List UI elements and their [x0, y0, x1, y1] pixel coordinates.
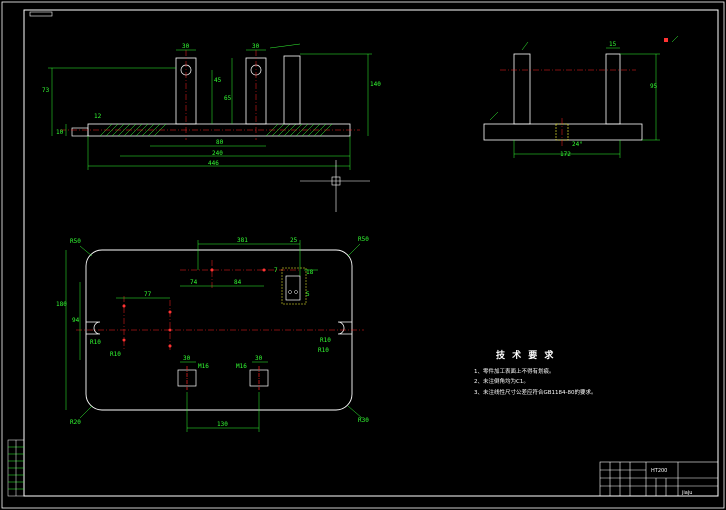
plan-view: 381 25 18 7 5 74 84 77 180 94 30 30 130 …	[56, 236, 369, 432]
plan-dim-top-small: 25	[290, 237, 298, 244]
plan-dim-left-a: 77	[144, 291, 152, 298]
plan-radius-top-left: R50	[70, 238, 81, 245]
front-dim-base-a: 80	[216, 139, 224, 146]
front-dim-base-b: 240	[212, 150, 223, 157]
plan-radius-bottom-right: R30	[358, 417, 369, 424]
marker-icon	[664, 38, 668, 42]
plan-tapped-blocks	[177, 366, 269, 390]
front-dimension-lines	[48, 43, 372, 170]
front-dim-top-left: 30	[182, 43, 190, 50]
plan-radius-top-right: R50	[358, 236, 369, 243]
plan-boss-hidden	[281, 267, 307, 305]
plan-dim-vertical-b: 94	[72, 317, 80, 324]
side-dim-height: 95	[650, 83, 658, 90]
plan-tapped-right: M16	[236, 363, 247, 370]
plan-slot-left-b: R10	[110, 351, 121, 358]
notes-title: 技 术 要 求	[496, 349, 555, 361]
front-dim-post-b: 65	[224, 95, 232, 102]
sheet-outer-border	[1, 1, 725, 509]
marker-leader	[671, 35, 679, 43]
front-centerlines	[60, 50, 360, 140]
binding-strip	[7, 439, 25, 497]
front-dim-height-right: 140	[370, 81, 381, 88]
plan-slots	[86, 321, 352, 335]
plan-slot-right-b: R10	[318, 347, 329, 354]
plan-dim-note: 7	[274, 267, 278, 274]
plan-dim-top-span: 381	[237, 237, 248, 244]
front-step	[71, 127, 89, 137]
front-dim-base-total: 446	[208, 160, 219, 167]
crosshair-cursor	[300, 160, 370, 212]
side-dim-top: 15	[609, 41, 617, 48]
front-view: 30 30 73 140 45 65 12 10 80 240 446	[42, 43, 381, 170]
plan-dim-right-small: 18	[306, 269, 314, 276]
front-dim-height-overall: 73	[42, 87, 50, 94]
technical-notes: 技 术 要 求 1、零件加工表面上不得有划痕。 2、未注倒角均为C1。 3、未注…	[474, 349, 597, 396]
side-post-left	[513, 53, 531, 125]
notes-item-1: 1、零件加工表面上不得有划痕。	[474, 367, 555, 375]
plan-dim-bottom-span: 130	[217, 421, 228, 428]
plan-dim-hole-b: 30	[255, 355, 263, 362]
sheet-corner-tab	[29, 11, 53, 17]
notes-item-3: 3、未注线性尺寸公差应符合GB1184-80的要求。	[474, 388, 597, 396]
plan-boss	[285, 275, 301, 301]
front-dim-post-a: 45	[214, 77, 222, 84]
front-dim-small-left: 12	[94, 113, 102, 120]
front-dim-small-left-b: 10	[56, 129, 64, 136]
plan-radius-bottom-left: R20	[70, 419, 81, 426]
front-dim-top-right: 30	[252, 43, 260, 50]
plan-slot-right-a: R10	[320, 337, 331, 344]
plan-dim-vertical-a: 180	[56, 301, 67, 308]
drawing-canvas: 30 30 73 140 45 65 12 10 80 240 446 15 9…	[1, 1, 725, 509]
plan-boss-hole-b	[294, 290, 298, 294]
side-base-plate	[483, 123, 643, 141]
plan-dim-mid-b: 84	[234, 279, 242, 286]
notes-item-2: 2、未注倒角均为C1。	[474, 377, 529, 385]
side-dim-slot-note: 24°	[572, 141, 583, 148]
plan-dim-mid-a: 74	[190, 279, 198, 286]
plan-boss-hole-a	[288, 290, 292, 294]
side-view: 15 95 172 24°	[483, 35, 679, 158]
title-block-drawing-name: jiaju	[681, 490, 692, 496]
plan-dim-hole-a: 30	[183, 355, 191, 362]
side-post-right	[605, 53, 621, 125]
plan-dim-note-b: 5	[306, 291, 310, 298]
front-post-right	[283, 55, 301, 125]
plan-dimension-lines	[65, 240, 363, 432]
plan-tapped-left: M16	[198, 363, 209, 370]
plan-slot-left-a: R10	[90, 339, 101, 346]
side-dim-width: 172	[560, 151, 571, 158]
title-block-material: HT200	[651, 468, 667, 474]
